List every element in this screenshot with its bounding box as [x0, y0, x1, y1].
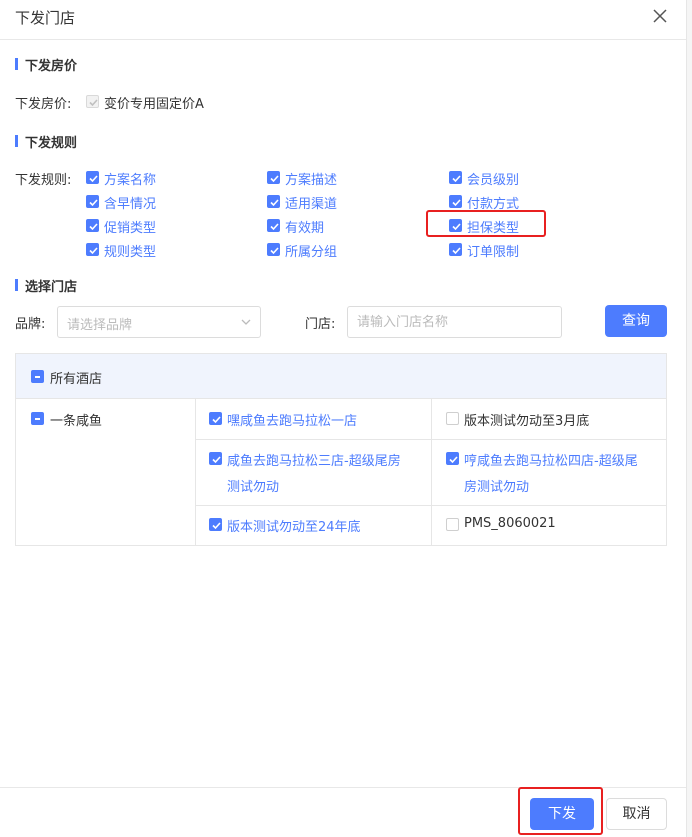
rule-checkbox[interactable]: [267, 195, 280, 208]
price-section-title: 下发房价: [15, 55, 77, 74]
rule-label: 有效期: [285, 221, 325, 236]
rules-section-title: 下发规则: [15, 132, 77, 151]
store-checkbox[interactable]: [209, 412, 222, 425]
store-label: 哼咸鱼去跑马拉松四店-超级尾: [464, 454, 638, 469]
rule-label: 规则类型: [104, 245, 157, 260]
store-label: 门店:: [305, 317, 336, 332]
query-button[interactable]: 查询: [605, 305, 667, 337]
store-checkbox[interactable]: [446, 412, 459, 425]
store-label: 咸鱼去跑马拉松三店-超级尾房: [227, 454, 401, 469]
price-option-label: 变价专用固定价A: [104, 97, 204, 112]
rules-label: 下发规则:: [15, 173, 72, 188]
highlight-box-guarantee: [426, 210, 546, 237]
price-label: 下发房价:: [15, 97, 72, 112]
hotel-table: 所有酒店 一条咸鱼 嘿咸鱼去跑马拉松一店 版本测试勿动至3月底咸鱼去跑马拉松三店-…: [15, 353, 667, 546]
rule-label: 方案描述: [285, 173, 338, 188]
rule-label: 所属分组: [285, 245, 338, 260]
rule-label: 促销类型: [104, 221, 157, 236]
store-checkbox[interactable]: [446, 452, 459, 465]
rule-label: 含早情况: [104, 197, 157, 212]
rule-checkbox[interactable]: [86, 243, 99, 256]
rule-label: 订单限制: [467, 245, 520, 260]
rule-checkbox[interactable]: [449, 171, 462, 184]
table-divider: [195, 505, 666, 506]
rule-checkbox[interactable]: [267, 243, 280, 256]
all-hotels-checkbox[interactable]: [31, 370, 44, 383]
table-divider: [195, 439, 666, 440]
dialog-title: 下发门店: [15, 9, 76, 27]
store-label: 版本测试勿动至3月底: [464, 414, 590, 429]
store-label: PMS_8060021: [464, 516, 556, 531]
store-section-title: 选择门店: [15, 276, 77, 295]
rule-checkbox[interactable]: [86, 171, 99, 184]
rule-label: 会员级别: [467, 173, 520, 188]
brand-select[interactable]: 请选择品牌: [57, 306, 261, 338]
table-divider: [195, 399, 196, 546]
store-checkbox[interactable]: [446, 518, 459, 531]
brand-select-placeholder: 请选择品牌: [67, 318, 133, 333]
cancel-button[interactable]: 取消: [606, 798, 667, 830]
all-hotels-label: 所有酒店: [50, 372, 103, 387]
rule-checkbox[interactable]: [86, 195, 99, 208]
highlight-box-submit: [518, 787, 603, 835]
close-icon[interactable]: [650, 6, 670, 26]
price-option-checkbox[interactable]: [86, 95, 99, 108]
rule-checkbox[interactable]: [86, 219, 99, 232]
store-checkbox[interactable]: [209, 452, 222, 465]
group-label: 一条咸鱼: [50, 414, 103, 429]
store-label-line2: 房测试勿动: [464, 480, 530, 495]
chevron-down-icon: [240, 316, 252, 332]
brand-label: 品牌:: [15, 317, 46, 332]
dialog-header: 下发门店: [0, 0, 686, 40]
rule-checkbox[interactable]: [267, 219, 280, 232]
table-header: 所有酒店: [16, 354, 666, 399]
rule-label: 适用渠道: [285, 197, 338, 212]
rule-checkbox[interactable]: [449, 243, 462, 256]
rule-checkbox[interactable]: [449, 195, 462, 208]
table-divider: [431, 399, 432, 546]
store-checkbox[interactable]: [209, 518, 222, 531]
store-search-input[interactable]: [347, 306, 562, 338]
store-label-line2: 测试勿动: [227, 480, 280, 495]
scrollbar-track[interactable]: [686, 0, 692, 837]
rule-label: 方案名称: [104, 173, 157, 188]
store-label: 嘿咸鱼去跑马拉松一店: [227, 414, 358, 429]
rule-checkbox[interactable]: [267, 171, 280, 184]
group-checkbox[interactable]: [31, 412, 44, 425]
store-label: 版本测试勿动至24年底: [227, 520, 361, 535]
